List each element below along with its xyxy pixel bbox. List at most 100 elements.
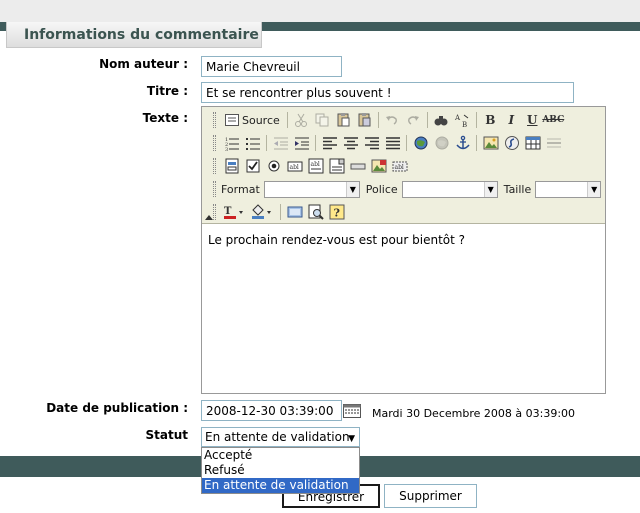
delete-button[interactable]: Supprimer bbox=[384, 484, 477, 508]
find-button[interactable] bbox=[431, 110, 452, 130]
justify-button[interactable] bbox=[382, 133, 403, 153]
underline-icon: U bbox=[527, 113, 538, 127]
redo-icon bbox=[408, 116, 420, 125]
rich-text-editor: Source AB B I U ABC 1 2 3 abl abl abl Fo… bbox=[201, 106, 606, 394]
radio-icon bbox=[268, 160, 279, 172]
editor-content[interactable]: Le prochain rendez-vous est pour bientôt… bbox=[202, 225, 605, 393]
status-select[interactable]: En attente de validation ▼ bbox=[201, 427, 360, 447]
author-input[interactable]: Marie Chevreuil bbox=[201, 56, 342, 77]
form-button[interactable] bbox=[221, 156, 242, 176]
undo-button[interactable] bbox=[382, 110, 403, 130]
about-icon: ? bbox=[329, 204, 344, 220]
toolbar-handle bbox=[213, 204, 216, 220]
pub-date-input[interactable]: 2008-12-30 03:39:00 bbox=[201, 400, 342, 421]
checkbox-button[interactable] bbox=[242, 156, 263, 176]
paste-button[interactable] bbox=[333, 110, 354, 130]
toolbar-separator bbox=[406, 135, 407, 151]
toolbar-row-4: Format ▼ Police ▼ Taille ▼ bbox=[213, 178, 602, 200]
size-combo[interactable]: ▼ bbox=[535, 180, 602, 198]
title-label: Titre : bbox=[146, 84, 188, 98]
ordered-list-button[interactable]: 123 bbox=[221, 133, 242, 153]
outdent-icon bbox=[273, 137, 288, 150]
status-option-accepted[interactable]: Accepté bbox=[202, 448, 359, 463]
checkbox-icon bbox=[246, 159, 259, 173]
table-icon bbox=[525, 136, 540, 150]
flash-button[interactable] bbox=[501, 133, 522, 153]
about-button[interactable]: ? bbox=[326, 202, 347, 222]
source-button[interactable]: Source bbox=[221, 110, 284, 130]
toolbar-row-2: 123 bbox=[213, 132, 564, 154]
align-left-button[interactable] bbox=[319, 133, 340, 153]
font-combo[interactable]: ▼ bbox=[401, 180, 498, 198]
title-input[interactable]: Et se rencontrer plus souvent ! bbox=[201, 82, 574, 103]
bold-button[interactable]: B bbox=[480, 110, 501, 130]
svg-text:abl: abl bbox=[310, 161, 319, 168]
radio-button[interactable] bbox=[263, 156, 284, 176]
select-button[interactable] bbox=[326, 156, 347, 176]
author-label: Nom auteur : bbox=[99, 57, 188, 71]
strikethrough-icon: ABC bbox=[542, 115, 565, 125]
image-button-button[interactable] bbox=[368, 156, 389, 176]
paste-word-icon bbox=[358, 113, 371, 127]
preview-button[interactable] bbox=[305, 202, 326, 222]
unordered-list-button[interactable] bbox=[242, 133, 263, 153]
editor-toolbar: Source AB B I U ABC 1 2 3 abl abl abl Fo… bbox=[202, 107, 605, 224]
show-blocks-button[interactable] bbox=[284, 202, 305, 222]
button-icon bbox=[350, 163, 365, 170]
background-color-button[interactable] bbox=[249, 202, 277, 222]
undo-icon bbox=[386, 116, 398, 125]
horizontal-rule-button[interactable] bbox=[543, 133, 564, 153]
text-color-button[interactable]: T bbox=[221, 202, 249, 222]
cut-button[interactable] bbox=[291, 110, 312, 130]
replace-icon: AB bbox=[454, 114, 469, 128]
button-button[interactable] bbox=[347, 156, 368, 176]
paste-word-button[interactable] bbox=[354, 110, 375, 130]
toolbar-separator bbox=[377, 112, 379, 128]
align-right-button[interactable] bbox=[361, 133, 382, 153]
paste-icon bbox=[337, 113, 350, 127]
redo-button[interactable] bbox=[403, 110, 424, 130]
image-button-icon bbox=[371, 159, 386, 173]
toolbar-handle bbox=[213, 112, 216, 128]
strikethrough-button[interactable]: ABC bbox=[542, 110, 565, 130]
textarea-button[interactable]: abl bbox=[305, 156, 326, 176]
toolbar-separator bbox=[475, 112, 477, 128]
collapse-toolbar-icon[interactable] bbox=[205, 215, 213, 220]
unlink-button[interactable] bbox=[431, 133, 452, 153]
preview-icon bbox=[308, 204, 324, 220]
outdent-button[interactable] bbox=[270, 133, 291, 153]
section-title: Informations du commentaire bbox=[6, 22, 262, 48]
image-button[interactable] bbox=[480, 133, 501, 153]
pub-date-label: Date de publication : bbox=[46, 401, 188, 415]
svg-text:abl: abl bbox=[289, 164, 298, 171]
link-button[interactable] bbox=[410, 133, 431, 153]
svg-text:?: ? bbox=[333, 207, 339, 220]
replace-button[interactable]: AB bbox=[452, 110, 473, 130]
status-option-pending[interactable]: En attente de validation bbox=[202, 478, 359, 493]
format-combo[interactable]: ▼ bbox=[263, 180, 360, 198]
status-option-refused[interactable]: Refusé bbox=[202, 463, 359, 478]
pub-date-readout: Mardi 30 Decembre 2008 à 03:39:00 bbox=[372, 407, 576, 420]
table-button[interactable] bbox=[522, 133, 543, 153]
underline-button[interactable]: U bbox=[522, 110, 543, 130]
anchor-button[interactable] bbox=[452, 133, 473, 153]
source-icon bbox=[225, 114, 239, 126]
toolbar-separator bbox=[476, 135, 477, 151]
hidden-field-button[interactable]: abl bbox=[389, 156, 410, 176]
text-label: Texte : bbox=[142, 111, 188, 125]
indent-button[interactable] bbox=[291, 133, 312, 153]
flash-icon bbox=[504, 136, 519, 150]
toolbar-separator bbox=[280, 204, 281, 220]
copy-button[interactable] bbox=[312, 110, 333, 130]
form-icon bbox=[225, 158, 238, 174]
copy-icon bbox=[315, 113, 329, 127]
show-blocks-icon bbox=[287, 206, 302, 218]
align-center-button[interactable] bbox=[340, 133, 361, 153]
source-label: Source bbox=[242, 113, 280, 127]
calendar-icon[interactable] bbox=[343, 404, 361, 418]
comment-form-page: Informations du commentaire Nom auteur :… bbox=[0, 0, 640, 513]
align-right-icon bbox=[364, 137, 379, 150]
textfield-button[interactable]: abl bbox=[284, 156, 305, 176]
italic-button[interactable]: I bbox=[501, 110, 522, 130]
unlink-icon bbox=[435, 136, 448, 150]
